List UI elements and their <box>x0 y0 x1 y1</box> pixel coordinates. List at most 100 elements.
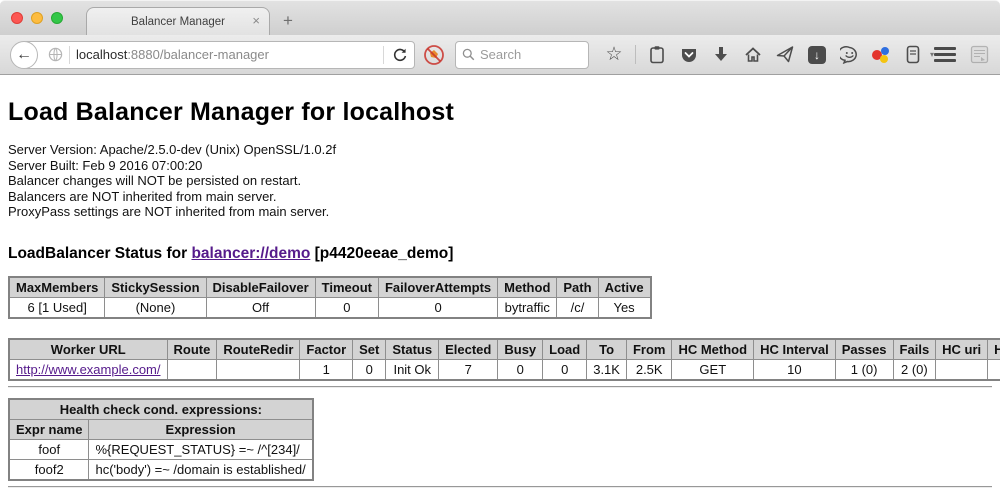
inherit-notice-line: Balancers are NOT inherited from main se… <box>8 189 992 205</box>
worker-url-link[interactable]: http://www.example.com/ <box>16 362 161 377</box>
column-header: Method <box>498 277 557 298</box>
table-row: http://www.example.com/ 1 0 Init Ok 7 0 … <box>9 359 1000 380</box>
column-header: HC Expr <box>988 339 1000 360</box>
clipboard-icon <box>649 45 665 64</box>
tab-title: Balancer Manager <box>131 16 225 28</box>
search-icon <box>462 48 475 61</box>
column-header: Busy <box>498 339 543 360</box>
column-header: Timeout <box>315 277 378 298</box>
persist-notice-line: Balancer changes will NOT be persisted o… <box>8 173 992 189</box>
pocket-icon <box>680 46 698 64</box>
column-header: Expression <box>89 419 313 439</box>
bottom-divider <box>8 486 992 488</box>
maxmembers-cell: 6 [1 Used] <box>9 297 105 318</box>
balancer-demo-link[interactable]: balancer://demo <box>191 245 310 262</box>
status-cell: Init Ok <box>386 359 439 380</box>
new-tab-button[interactable]: + <box>283 11 293 31</box>
column-header: Expr name <box>9 419 89 439</box>
video-download-helper-button[interactable]: ↓ <box>806 43 828 67</box>
window-zoom-button[interactable] <box>51 12 63 24</box>
toolbar-separator <box>635 45 636 64</box>
column-header: Load <box>543 339 587 360</box>
stickysession-cell: (None) <box>105 297 206 318</box>
column-header: Fails <box>893 339 936 360</box>
active-cell: Yes <box>598 297 651 318</box>
navigation-toolbar: ← localhost:8880/balancer-manager Search… <box>0 35 1000 75</box>
column-header: Active <box>598 277 651 298</box>
download-arrow-icon <box>714 46 728 63</box>
column-header: Path <box>557 277 598 298</box>
site-identity-globe-icon[interactable] <box>48 47 63 62</box>
hc-method-cell: GET <box>672 359 754 380</box>
column-header: Status <box>386 339 439 360</box>
column-header: Elected <box>439 339 498 360</box>
browser-window: Balancer Manager × + ← localhost:8880/ba… <box>0 0 1000 491</box>
section-divider <box>8 386 992 388</box>
page-title: Load Balancer Manager for localhost <box>8 98 992 127</box>
expr-name-cell: foof <box>9 439 89 459</box>
browser-tab[interactable]: Balancer Manager × <box>86 7 270 35</box>
back-button[interactable]: ← <box>10 41 38 69</box>
reading-list-button[interactable] <box>646 43 668 67</box>
route-cell <box>167 359 217 380</box>
window-close-button[interactable] <box>11 12 23 24</box>
column-header: RouteRedir <box>217 339 300 360</box>
hc-interval-cell: 10 <box>754 359 836 380</box>
container-extension-button[interactable] <box>902 43 924 67</box>
column-header: HC Interval <box>754 339 836 360</box>
factor-cell: 1 <box>300 359 353 380</box>
to-cell: 3.1K <box>587 359 627 380</box>
timeout-cell: 0 <box>315 297 378 318</box>
loadbalancer-status-heading: LoadBalancer Status for balancer://demo … <box>8 245 992 263</box>
home-icon <box>744 46 762 63</box>
home-button[interactable] <box>742 43 764 67</box>
column-header: Set <box>353 339 386 360</box>
hc-expr-cell: foof2 <box>988 359 1000 380</box>
send-page-button[interactable] <box>774 43 796 67</box>
search-placeholder: Search <box>480 47 521 62</box>
window-minimize-button[interactable] <box>31 12 43 24</box>
colorful-extension-button[interactable] <box>870 43 892 67</box>
url-bar[interactable]: localhost:8880/balancer-manager <box>23 41 415 69</box>
url-separator <box>383 46 384 64</box>
busy-cell: 0 <box>498 359 543 380</box>
downloads-button[interactable] <box>710 43 732 67</box>
hc-uri-cell <box>936 359 988 380</box>
table-row: foof %{REQUEST_STATUS} =~ /^[234]/ <box>9 439 313 459</box>
column-header: HC uri <box>936 339 988 360</box>
tab-close-icon[interactable]: × <box>252 14 260 28</box>
table-header-row: MaxMembers StickySession DisableFailover… <box>9 277 651 298</box>
feedback-smiley-button[interactable] <box>838 43 860 67</box>
column-header: Passes <box>835 339 893 360</box>
set-cell: 0 <box>353 359 386 380</box>
status-heading-prefix: LoadBalancer Status for <box>8 245 191 262</box>
fails-cell: 2 (0) <box>893 359 936 380</box>
expression-cell: %{REQUEST_STATUS} =~ /^[234]/ <box>89 439 313 459</box>
server-version-line: Server Version: Apache/2.5.0-dev (Unix) … <box>8 142 992 158</box>
search-bar[interactable]: Search <box>455 41 589 69</box>
pocket-button[interactable] <box>678 43 700 67</box>
worker-status-table: Worker URL Route RouteRedir Factor Set S… <box>8 338 1000 381</box>
content-blocked-icon[interactable] <box>423 44 445 66</box>
url-path: :8880/balancer-manager <box>127 47 269 62</box>
back-arrow-icon: ← <box>16 46 32 64</box>
container-icon <box>906 45 920 64</box>
window-controls <box>11 12 63 24</box>
title-bar: Balancer Manager × + <box>0 0 1000 35</box>
url-domain: localhost <box>76 47 127 62</box>
passes-cell: 1 (0) <box>835 359 893 380</box>
menu-button[interactable] <box>934 47 956 62</box>
reload-icon[interactable] <box>392 47 408 63</box>
table-row: 6 [1 Used] (None) Off 0 0 bytraffic /c/ … <box>9 297 651 318</box>
column-header: From <box>626 339 672 360</box>
path-cell: /c/ <box>557 297 598 318</box>
table-header-row: Health check cond. expressions: <box>9 399 313 420</box>
tab-groups-button[interactable] <box>968 43 990 67</box>
column-header: Worker URL <box>9 339 167 360</box>
bookmark-star-button[interactable]: ☆ <box>603 43 625 67</box>
smiley-balloon-icon <box>840 46 859 64</box>
url-text[interactable]: localhost:8880/balancer-manager <box>72 47 383 62</box>
elected-cell: 7 <box>439 359 498 380</box>
table-header-row: Expr name Expression <box>9 419 313 439</box>
health-check-table: Health check cond. expressions: Expr nam… <box>8 398 314 481</box>
